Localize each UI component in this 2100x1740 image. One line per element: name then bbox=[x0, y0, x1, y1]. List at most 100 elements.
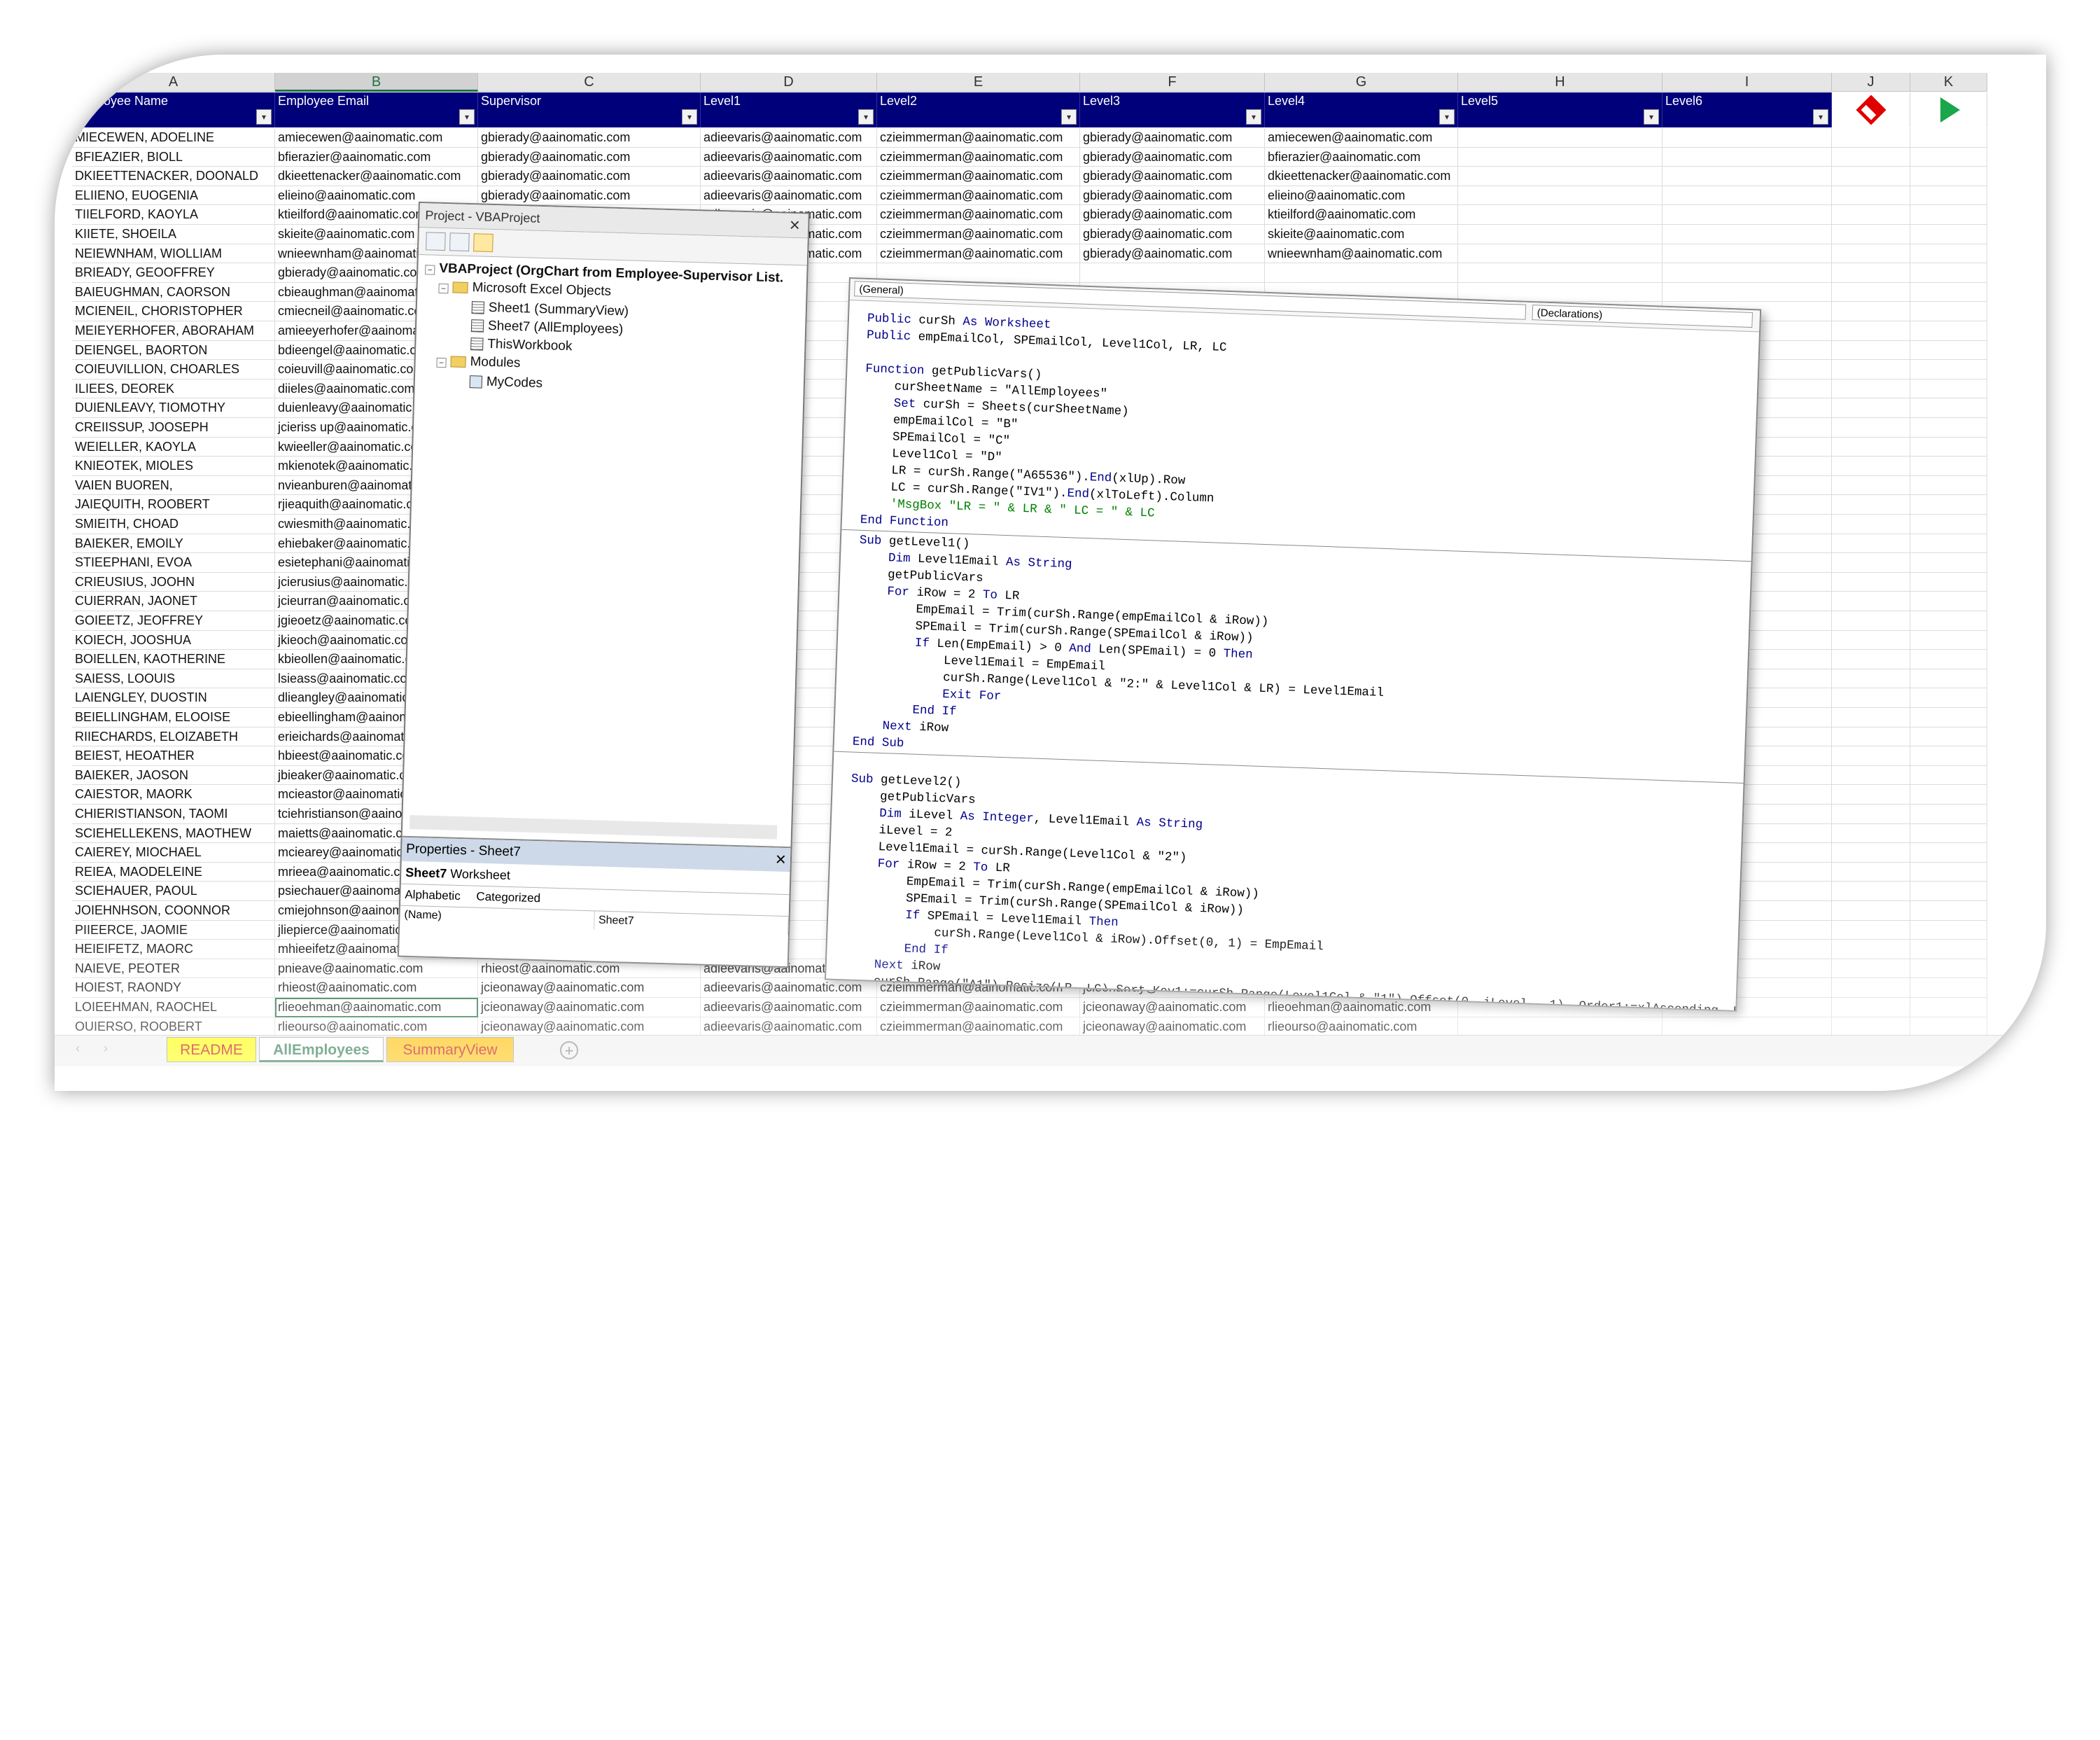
cell-j[interactable] bbox=[1832, 669, 1910, 689]
cell-j[interactable] bbox=[1832, 688, 1910, 708]
cell-a[interactable]: MIECEWEN, ADOELINE bbox=[72, 128, 275, 148]
cell-k[interactable] bbox=[1910, 418, 1987, 438]
cell-j[interactable] bbox=[1832, 553, 1910, 573]
cell-a[interactable]: LOIEEHMAN, RAOCHEL bbox=[72, 998, 275, 1017]
cell-f[interactable]: gbierady@aainomatic.com bbox=[1080, 244, 1265, 264]
cell-a[interactable]: COIEUVILLION, CHOARLES bbox=[72, 360, 275, 380]
cell-k[interactable] bbox=[1910, 920, 1987, 940]
cell-f[interactable] bbox=[1080, 263, 1265, 283]
cell-i[interactable] bbox=[1662, 282, 1832, 302]
cell-a[interactable]: KNIEOTEK, MIOLES bbox=[72, 457, 275, 476]
header-cell-b[interactable]: Employee Email ▾ bbox=[275, 92, 478, 127]
column-header-b[interactable]: B bbox=[275, 73, 478, 92]
cell-k[interactable] bbox=[1910, 1017, 1987, 1037]
cell-j[interactable] bbox=[1832, 940, 1910, 959]
cell-g[interactable]: dkieettenacker@aainomatic.com bbox=[1265, 167, 1458, 186]
cell-j[interactable] bbox=[1832, 534, 1910, 554]
column-header-a[interactable]: A bbox=[72, 73, 275, 92]
cell-k[interactable] bbox=[1910, 282, 1987, 302]
cell-k[interactable] bbox=[1910, 244, 1987, 264]
cell-a[interactable]: CHIERISTIANSON, TAOMI bbox=[72, 805, 275, 824]
cell-d[interactable]: adieevaris@aainomatic.com bbox=[701, 998, 877, 1017]
cell-e[interactable]: czieimmerman@aainomatic.com bbox=[877, 225, 1080, 244]
cell-a[interactable]: BFIEAZIER, BIOLL bbox=[72, 147, 275, 167]
filter-dropdown-icon[interactable]: ▾ bbox=[459, 109, 475, 125]
clear-button[interactable] bbox=[1832, 92, 1910, 127]
cell-a[interactable]: BEIEST, HEOATHER bbox=[72, 746, 275, 766]
procedure-dropdown[interactable]: (Declarations) bbox=[1532, 305, 1754, 328]
cell-j[interactable] bbox=[1832, 901, 1910, 921]
cell-a[interactable]: CAIESTOR, MAORK bbox=[72, 785, 275, 805]
cell-a[interactable]: REIEA, MAODELEINE bbox=[72, 862, 275, 882]
cell-k[interactable] bbox=[1910, 843, 1987, 863]
column-header-f[interactable]: F bbox=[1080, 73, 1265, 92]
cell-a[interactable]: BRIEADY, GEOOFFREY bbox=[72, 263, 275, 283]
cell-b[interactable]: bfierazier@aainomatic.com bbox=[275, 147, 478, 167]
cell-j[interactable] bbox=[1832, 515, 1910, 534]
cell-a[interactable]: CUIERRAN, JAONET bbox=[72, 592, 275, 611]
cell-j[interactable] bbox=[1832, 650, 1910, 669]
cell-j[interactable] bbox=[1832, 321, 1910, 341]
cell-k[interactable] bbox=[1910, 457, 1987, 476]
cell-a[interactable]: OUIERSO, ROOBERT bbox=[72, 1017, 275, 1037]
view-object-icon[interactable] bbox=[449, 232, 470, 252]
cell-k[interactable] bbox=[1910, 823, 1987, 844]
cell-i[interactable] bbox=[1662, 225, 1832, 244]
header-cell-a[interactable]: Employee Name ▾ bbox=[72, 92, 275, 127]
cell-j[interactable] bbox=[1832, 882, 1910, 901]
cell-j[interactable] bbox=[1832, 765, 1910, 786]
column-header-d[interactable]: D bbox=[701, 73, 877, 92]
cell-k[interactable] bbox=[1910, 669, 1987, 689]
cell-d[interactable]: adieevaris@aainomatic.com bbox=[701, 147, 877, 167]
cell-e[interactable]: czieimmerman@aainomatic.com bbox=[877, 1017, 1080, 1037]
cell-k[interactable] bbox=[1910, 205, 1987, 225]
cell-j[interactable] bbox=[1832, 437, 1910, 457]
cell-k[interactable] bbox=[1910, 263, 1987, 283]
cell-j[interactable] bbox=[1832, 978, 1910, 998]
cell-k[interactable] bbox=[1910, 592, 1987, 611]
view-code-icon[interactable] bbox=[426, 232, 446, 251]
cell-b[interactable]: amiecewen@aainomatic.com bbox=[275, 128, 478, 148]
filter-dropdown-icon[interactable]: ▾ bbox=[858, 109, 874, 125]
cell-j[interactable] bbox=[1832, 167, 1910, 186]
cell-k[interactable] bbox=[1910, 475, 1987, 496]
cell-a[interactable]: VAIEN BUOREN, bbox=[72, 475, 275, 496]
cell-j[interactable] bbox=[1832, 360, 1910, 380]
tree-node-mycodes[interactable]: MyCodes bbox=[469, 374, 542, 391]
cell-a[interactable]: HOIEST, RAONDY bbox=[72, 978, 275, 998]
cell-j[interactable] bbox=[1832, 244, 1910, 264]
cell-f[interactable]: gbierady@aainomatic.com bbox=[1080, 225, 1265, 244]
cell-k[interactable] bbox=[1910, 862, 1987, 882]
cell-a[interactable]: SCIEHAUER, PAOUL bbox=[72, 882, 275, 901]
filter-dropdown-icon[interactable]: ▾ bbox=[1439, 109, 1455, 125]
cell-d[interactable]: adieevaris@aainomatic.com bbox=[701, 1017, 877, 1037]
tree-node-sheet7[interactable]: Sheet7 (AllEmployees) bbox=[470, 318, 624, 337]
cell-a[interactable]: CRIEUSIUS, JOOHN bbox=[72, 572, 275, 592]
cell-k[interactable] bbox=[1910, 959, 1987, 979]
cell-j[interactable] bbox=[1832, 727, 1910, 747]
cell-b[interactable]: rhieost@aainomatic.com bbox=[275, 978, 478, 998]
cell-a[interactable]: KIIETE, SHOEILA bbox=[72, 225, 275, 244]
cell-a[interactable]: NAIEVE, PEOTER bbox=[72, 959, 275, 979]
cell-e[interactable]: czieimmerman@aainomatic.com bbox=[877, 244, 1080, 264]
cell-b[interactable]: rlieoehman@aainomatic.com bbox=[275, 998, 478, 1017]
cell-j[interactable] bbox=[1832, 263, 1910, 283]
cell-h[interactable] bbox=[1458, 186, 1662, 206]
cell-d[interactable]: adieevaris@aainomatic.com bbox=[701, 128, 877, 148]
cell-g[interactable]: bfierazier@aainomatic.com bbox=[1265, 147, 1458, 167]
cell-k[interactable] bbox=[1910, 940, 1987, 959]
cell-k[interactable] bbox=[1910, 167, 1987, 186]
cell-j[interactable] bbox=[1832, 746, 1910, 766]
filter-dropdown-icon[interactable]: ▾ bbox=[1061, 109, 1077, 125]
cell-j[interactable] bbox=[1832, 379, 1910, 399]
cell-k[interactable] bbox=[1910, 302, 1987, 321]
cell-g[interactable]: wnieewnham@aainomatic.com bbox=[1265, 244, 1458, 264]
cell-k[interactable] bbox=[1910, 785, 1987, 805]
cell-d[interactable]: adieevaris@aainomatic.com bbox=[701, 186, 877, 206]
cell-i[interactable] bbox=[1662, 128, 1832, 148]
tab-alphabetic[interactable]: Alphabetic bbox=[405, 888, 461, 903]
cell-b[interactable]: dkieettenacker@aainomatic.com bbox=[275, 167, 478, 186]
cell-j[interactable] bbox=[1832, 862, 1910, 882]
cell-e[interactable]: czieimmerman@aainomatic.com bbox=[877, 128, 1080, 148]
cell-j[interactable] bbox=[1832, 457, 1910, 476]
